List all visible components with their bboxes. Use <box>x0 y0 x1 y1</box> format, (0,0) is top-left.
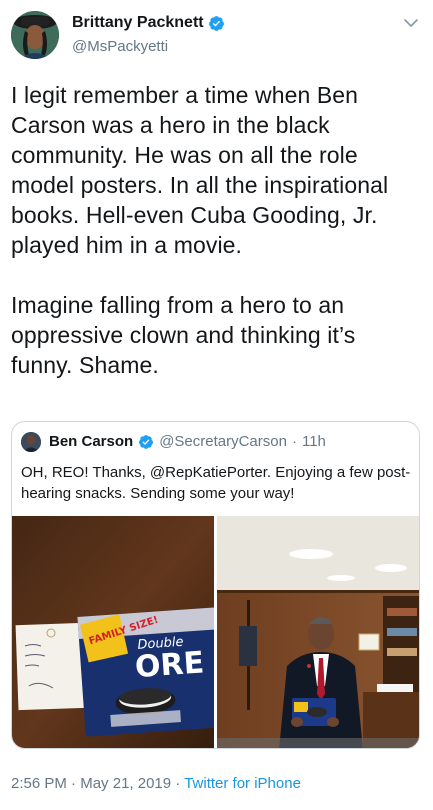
separator-dot: · <box>171 775 185 792</box>
quoted-header: Ben Carson @SecretaryCarson · 11h <box>49 433 326 450</box>
svg-text:ORE: ORE <box>134 645 205 685</box>
author-avatar[interactable] <box>11 11 59 59</box>
verified-badge-icon <box>208 15 224 31</box>
quoted-time: 11h <box>301 433 326 450</box>
tweet-source-link[interactable]: Twitter for iPhone <box>184 775 301 792</box>
user-avatar-icon <box>11 11 59 59</box>
tweet-date[interactable]: May 21, 2019 <box>80 775 171 792</box>
quoted-text: OH, REO! Thanks, @RepKatiePorter. Enjoyi… <box>21 464 411 502</box>
tweet-paragraph: I legit remember a time when Ben Carson … <box>11 82 389 258</box>
author-handle[interactable]: @MsPackyetti <box>72 38 168 55</box>
verified-badge-icon <box>139 434 154 449</box>
author-name-row: Brittany Packnett <box>72 14 225 32</box>
quoted-author-name: Ben Carson <box>49 433 134 450</box>
tweet-card: Brittany Packnett @MsPackyetti I legit r… <box>0 0 433 810</box>
author-name[interactable]: Brittany Packnett <box>72 14 204 32</box>
tweet-paragraph: Imagine falling from a hero to an oppres… <box>11 292 356 378</box>
tweet-timestamp: 2:56 PM · May 21, 2019 · Twitter for iPh… <box>11 775 301 792</box>
quoted-media[interactable]: FAMILY SIZE! Double ORE <box>12 516 419 748</box>
tweet-time[interactable]: 2:56 PM <box>11 775 67 792</box>
user-avatar-icon <box>21 432 41 452</box>
quoted-author-handle: @SecretaryCarson <box>159 433 287 450</box>
separator-dot: · <box>66 775 81 792</box>
quoted-author-avatar <box>21 432 41 452</box>
chevron-down-icon[interactable] <box>403 15 419 31</box>
man-holding-oreos-photo-icon <box>217 516 419 748</box>
media-photos: FAMILY SIZE! Double ORE <box>12 516 419 748</box>
quoted-tweet[interactable]: Ben Carson @SecretaryCarson · 11h OH, RE… <box>11 421 420 749</box>
separator-dot: · <box>291 433 297 450</box>
tweet-text: I legit remember a time when Ben Carson … <box>11 80 416 410</box>
oreo-package-photo-icon: FAMILY SIZE! Double ORE <box>12 516 226 748</box>
